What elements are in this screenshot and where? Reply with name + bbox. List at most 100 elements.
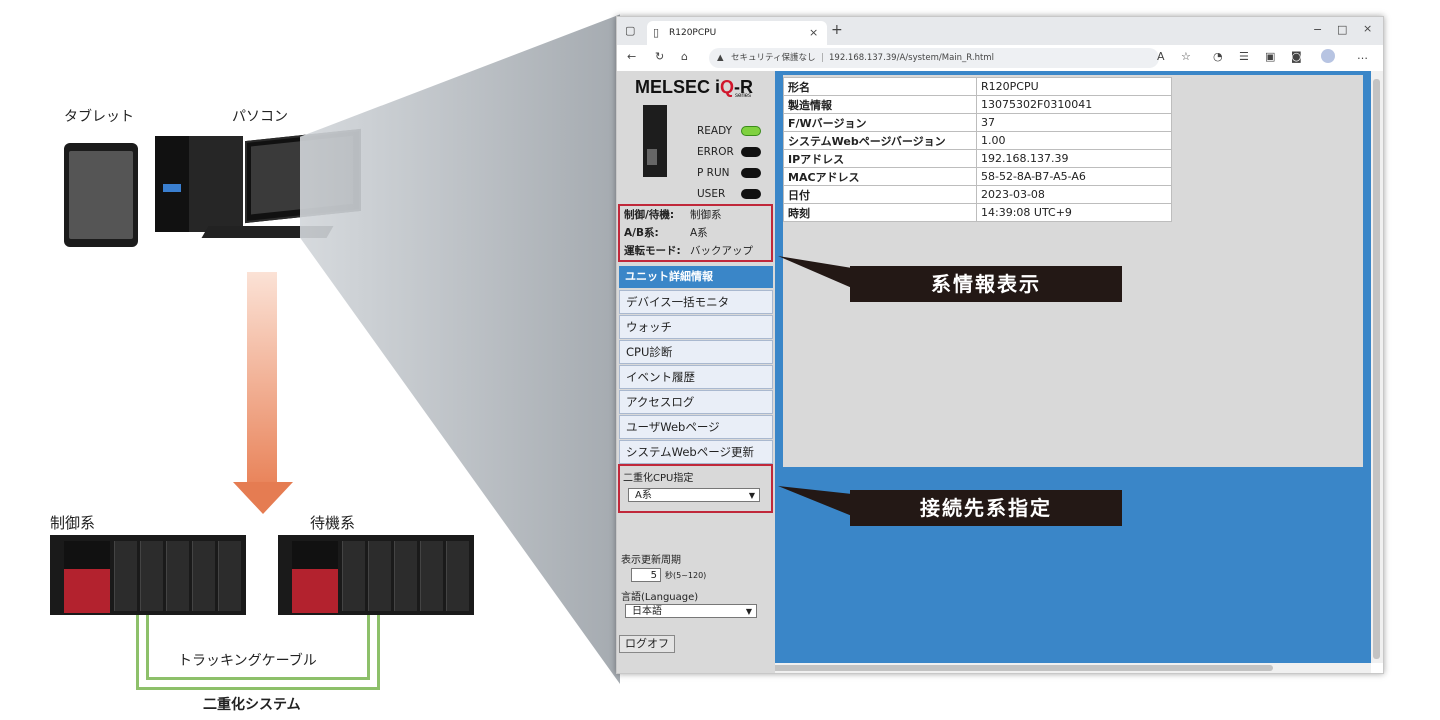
collections-icon[interactable]: ▣ bbox=[1265, 50, 1275, 63]
url-field[interactable]: ▲ セキュリティ保護なし | 192.168.137.39/A/system/M… bbox=[709, 48, 1159, 68]
led-ready: READY bbox=[697, 123, 767, 139]
info-key: IPアドレス bbox=[783, 149, 977, 168]
home-icon[interactable]: ⌂ bbox=[681, 50, 688, 63]
led-user-indicator bbox=[741, 189, 761, 199]
info-key: MACアドレス bbox=[783, 167, 977, 186]
favorites-list-icon[interactable]: ☰ bbox=[1239, 50, 1249, 63]
info-table-row: 時刻 14:39:08 UTC+9 bbox=[783, 203, 1172, 222]
dual-cpu-label: 二重化CPU指定 bbox=[623, 473, 694, 484]
url-separator: | bbox=[821, 53, 824, 63]
security-status: セキュリティ保護なし bbox=[731, 53, 816, 63]
new-tab-icon[interactable]: + bbox=[831, 22, 843, 38]
browser-tab[interactable]: ▯ R120PCPU × bbox=[647, 21, 827, 45]
close-window-icon[interactable]: × bbox=[1363, 22, 1372, 35]
control-standby-row: 制御/待機: 制御系 bbox=[624, 209, 722, 221]
minimize-icon[interactable]: − bbox=[1313, 23, 1322, 36]
menu-system-web-update[interactable]: システムWebページ更新 bbox=[619, 440, 773, 464]
extensions-icon[interactable]: ◔ bbox=[1213, 50, 1223, 63]
info-value: 192.168.137.39 bbox=[976, 149, 1172, 168]
led-prun: P RUN bbox=[697, 165, 767, 181]
pc-label: パソコン bbox=[232, 109, 288, 125]
more-options-icon[interactable]: … bbox=[1357, 49, 1368, 62]
menu-user-web-page[interactable]: ユーザWebページ bbox=[619, 415, 773, 439]
page-content: MELSEC iQ-R series READY ERROR P RUN USE… bbox=[617, 71, 1383, 673]
language-label: 言語(Language) bbox=[621, 592, 699, 603]
control-plc-image bbox=[50, 535, 246, 615]
down-arrow-head bbox=[233, 482, 293, 514]
refresh-period-unit: 秒(5~120) bbox=[665, 571, 707, 580]
melsec-logo: MELSEC iQ-R series bbox=[635, 77, 754, 99]
maximize-icon[interactable]: □ bbox=[1337, 23, 1347, 36]
info-table-row: IPアドレス 192.168.137.39 bbox=[783, 149, 1172, 168]
callout-connection: 接続先系指定 bbox=[850, 490, 1122, 526]
dual-cpu-selector-box: 二重化CPU指定 A系 ▼ bbox=[618, 464, 773, 513]
tracking-cable-label: トラッキングケーブル bbox=[178, 653, 317, 669]
info-value: 14:39:08 UTC+9 bbox=[976, 203, 1172, 222]
tracking-cable-inner bbox=[146, 615, 370, 680]
vertical-scroll-thumb[interactable] bbox=[1373, 79, 1380, 659]
info-table-row: 形名 R120PCPU bbox=[783, 77, 1172, 96]
refresh-icon[interactable]: ↻ bbox=[655, 50, 664, 63]
back-icon[interactable]: ← bbox=[627, 50, 636, 63]
menu-cpu-diagnostics[interactable]: CPU診断 bbox=[619, 340, 773, 364]
close-tab-icon[interactable]: × bbox=[809, 21, 818, 45]
led-ready-indicator bbox=[741, 126, 761, 136]
menu-watch[interactable]: ウォッチ bbox=[619, 315, 773, 339]
info-key: 日付 bbox=[783, 185, 977, 204]
language-select[interactable]: 日本語 ▼ bbox=[625, 604, 757, 618]
tablet-image bbox=[64, 143, 138, 247]
url-text: 192.168.137.39/A/system/Main_R.html bbox=[829, 53, 994, 63]
logo-series: series bbox=[735, 93, 752, 99]
cpu-info-table: 形名 R120PCPU 製造情報 13075302F0310041 F/Wバージョン 37… bbox=[783, 77, 1172, 222]
led-user: USER bbox=[697, 186, 767, 202]
info-value: 37 bbox=[976, 113, 1172, 132]
profile-icon[interactable] bbox=[1321, 49, 1335, 63]
screenshot-icon[interactable]: ◙ bbox=[1291, 50, 1302, 63]
sidebar: MELSEC iQ-R series READY ERROR P RUN USE… bbox=[617, 71, 775, 673]
favorite-icon[interactable]: ☆ bbox=[1181, 50, 1191, 63]
tablet-label: タブレット bbox=[64, 109, 134, 125]
info-key: F/Wバージョン bbox=[783, 113, 977, 132]
info-key: システムWebページバージョン bbox=[783, 131, 977, 150]
pc-tower-image bbox=[155, 136, 243, 232]
led-error: ERROR bbox=[697, 144, 767, 160]
cpu-module-image bbox=[643, 105, 667, 177]
led-prun-indicator bbox=[741, 168, 761, 178]
info-table-row: F/Wバージョン 37 bbox=[783, 113, 1172, 132]
control-system-label: 制御系 bbox=[50, 514, 96, 532]
info-key: 時刻 bbox=[783, 203, 977, 222]
info-value: 58-52-8A-B7-A5-A6 bbox=[976, 167, 1172, 186]
info-key: 形名 bbox=[783, 77, 977, 96]
info-table-row: MACアドレス 58-52-8A-B7-A5-A6 bbox=[783, 167, 1172, 186]
tab-title: R120PCPU bbox=[669, 28, 717, 38]
led-error-indicator bbox=[741, 147, 761, 157]
dual-system-label: 二重化システム bbox=[203, 697, 301, 713]
menu-event-history[interactable]: イベント履歴 bbox=[619, 365, 773, 389]
logoff-button[interactable]: ログオフ bbox=[619, 635, 675, 653]
tab-bar: ▢ ▯ R120PCPU × + − □ × bbox=[617, 17, 1383, 45]
info-value: R120PCPU bbox=[976, 77, 1172, 96]
page-icon: ▯ bbox=[653, 26, 660, 39]
callout-pointer-connection bbox=[778, 486, 852, 516]
operation-mode-row: 運転モード: バックアップ bbox=[624, 245, 753, 257]
system-info-box: 制御/待機: 制御系 A/B系: A系 運転モード: バックアップ bbox=[618, 204, 773, 262]
dual-cpu-select[interactable]: A系 ▼ bbox=[628, 488, 760, 502]
menu-access-log[interactable]: アクセスログ bbox=[619, 390, 773, 414]
read-aloud-icon[interactable]: A bbox=[1157, 50, 1165, 63]
ab-system-row: A/B系: A系 bbox=[624, 227, 708, 239]
standby-plc-image bbox=[278, 535, 474, 615]
chevron-down-icon: ▼ bbox=[745, 607, 752, 616]
menu-device-monitor[interactable]: デバイス一括モニタ bbox=[619, 290, 773, 314]
menu-unit-details[interactable]: ユニット詳細情報 bbox=[619, 266, 773, 288]
browser-window: ▢ ▯ R120PCPU × + − □ × ← ↻ ⌂ ▲ セキュリティ保護な… bbox=[616, 16, 1384, 674]
info-table-row: システムWebページバージョン 1.00 bbox=[783, 131, 1172, 150]
info-value: 13075302F0310041 bbox=[976, 95, 1172, 114]
info-table-row: 日付 2023-03-08 bbox=[783, 185, 1172, 204]
down-arrow-shaft bbox=[247, 272, 277, 482]
refresh-period-input[interactable]: 5 bbox=[631, 568, 661, 582]
info-table-row: 製造情報 13075302F0310041 bbox=[783, 95, 1172, 114]
info-key: 製造情報 bbox=[783, 95, 977, 114]
callout-pointer-system bbox=[778, 256, 852, 288]
refresh-period-label: 表示更新周期 bbox=[621, 555, 681, 566]
tab-actions-icon[interactable]: ▢ bbox=[625, 24, 635, 37]
